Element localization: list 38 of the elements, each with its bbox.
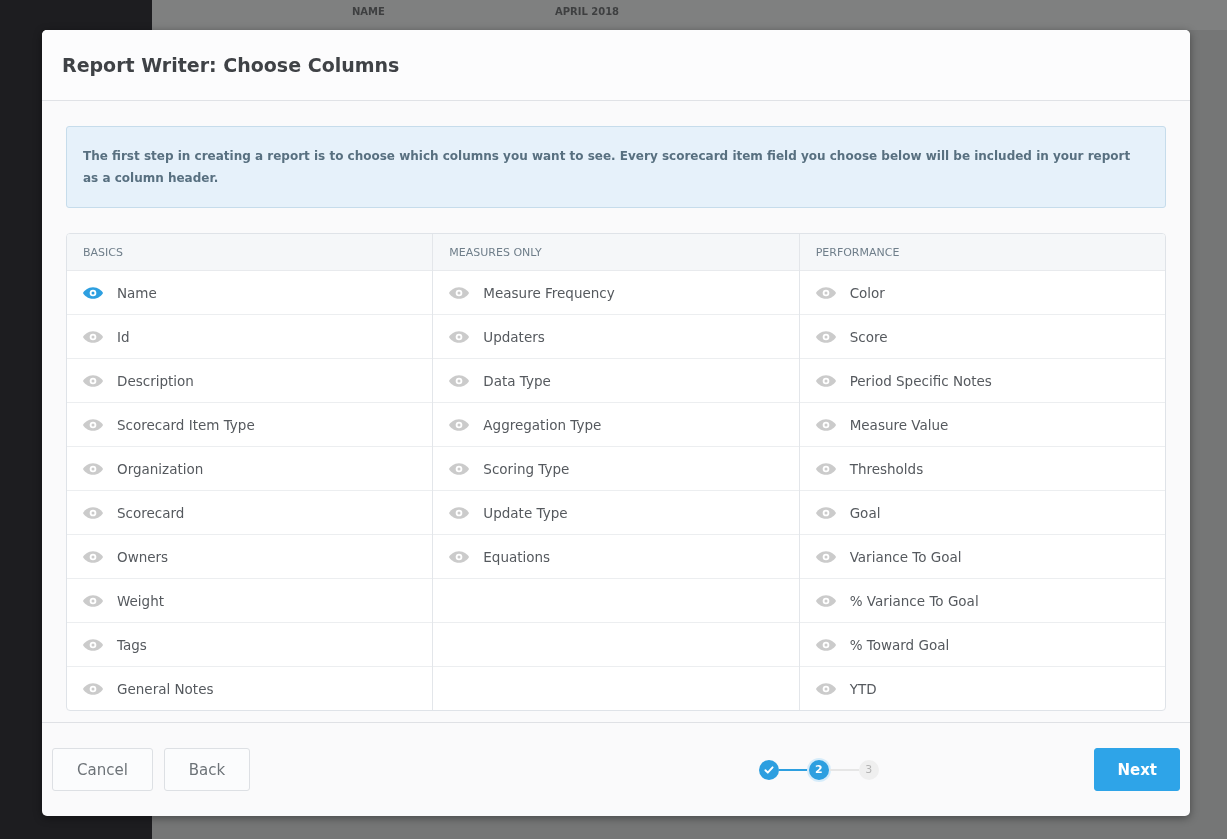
info-message: The first step in creating a report is to choose which columns you want to see. Every scorecard item field you choose below will be included in your report as a column header.	[66, 126, 1166, 208]
column-option[interactable]: Scoring Type	[433, 447, 799, 491]
column-heading: MEASURES ONLY	[433, 234, 799, 271]
column-option[interactable]: Scorecard Item Type	[67, 403, 433, 447]
column-header: NAME	[352, 5, 385, 17]
step-indicator: 3	[858, 759, 879, 780]
column-option[interactable]: % Variance To Goal	[799, 579, 1165, 623]
column-option[interactable]: Goal	[799, 491, 1165, 535]
back-button[interactable]: Back	[163, 748, 251, 791]
column-option[interactable]: Measure Value	[799, 403, 1165, 447]
column-option[interactable]: Update Type	[433, 491, 799, 535]
column-option[interactable]: Owners	[67, 535, 433, 579]
column-option[interactable]: Color	[799, 271, 1165, 315]
column-option[interactable]: YTD	[799, 667, 1165, 710]
column-header: APRIL 2018	[554, 5, 620, 17]
column-option[interactable]: Tags	[67, 623, 433, 667]
column-option[interactable]: % Toward Goal	[799, 623, 1165, 667]
column-option[interactable]: Aggregation Type	[433, 403, 799, 447]
step-indicator: 2	[808, 759, 829, 780]
column-option[interactable]: Equations	[433, 535, 799, 579]
column-option[interactable]: Scorecard	[67, 491, 433, 535]
column-option[interactable]: General Notes	[67, 667, 433, 710]
column-heading: BASICS	[67, 234, 433, 271]
column-option[interactable]: Description	[67, 359, 433, 403]
column-option[interactable]: Thresholds	[799, 447, 1165, 491]
column-option[interactable]: Weight	[67, 579, 433, 623]
column-option[interactable]: Period Specific Notes	[799, 359, 1165, 403]
column-option[interactable]: Measure Frequency	[433, 271, 799, 315]
cancel-button[interactable]: Cancel	[52, 748, 153, 791]
column-option[interactable]: Variance To Goal	[799, 535, 1165, 579]
column-option[interactable]: Score	[799, 315, 1165, 359]
column-option[interactable]: Name	[67, 271, 433, 315]
column-heading: PERFORMANCE	[799, 234, 1165, 271]
column-option[interactable]: Organization	[67, 447, 433, 491]
column-option[interactable]: Data Type	[433, 359, 799, 403]
column-option[interactable]: Updaters	[433, 315, 799, 359]
column-option[interactable]: Id	[67, 315, 433, 359]
dialog-title: Report Writer: Choose Columns	[62, 54, 400, 76]
